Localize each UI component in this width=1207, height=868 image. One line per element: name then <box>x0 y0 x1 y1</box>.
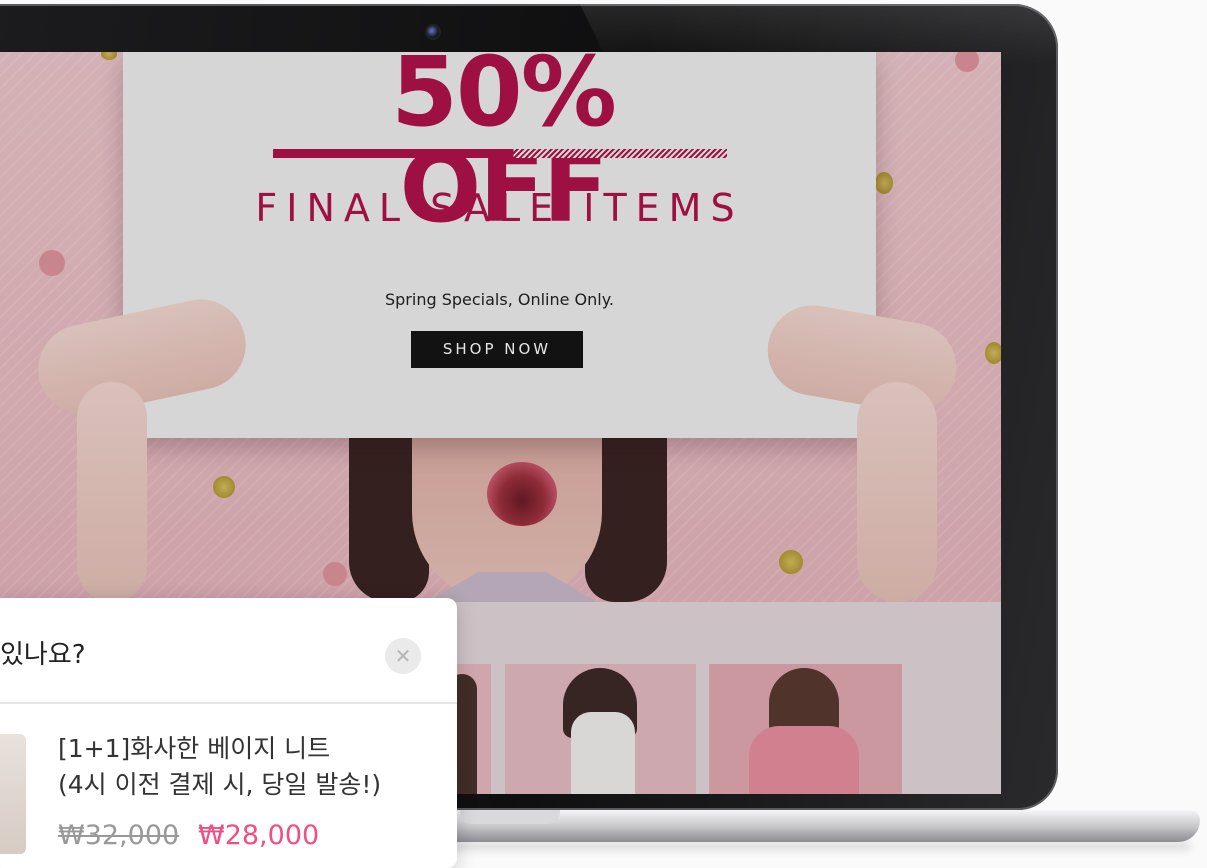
product-name[interactable]: [1+1]화사한 베이지 니트 <box>58 732 330 766</box>
decor-dot <box>875 172 893 194</box>
product-shipping-note: (4시 이전 결제 시, 당일 발송!) <box>58 770 382 799</box>
decor-dot <box>323 562 347 586</box>
close-icon[interactable]: ✕ <box>385 638 421 674</box>
hero-banner: 50% OFF FINAL SALE ITEMS Spring Specials… <box>0 52 1001 602</box>
decor-dot <box>779 550 803 574</box>
sale-tagline: Spring Specials, Online Only. <box>384 290 615 309</box>
original-price: ₩32,000 <box>58 820 180 851</box>
sale-card: 50% OFF FINAL SALE ITEMS Spring Specials… <box>123 52 876 438</box>
decor-dot <box>955 52 979 72</box>
decor-dot <box>39 250 65 276</box>
laptop-shadow <box>430 842 1190 850</box>
headline-underline <box>273 149 727 158</box>
product-thumbnail[interactable] <box>0 734 26 854</box>
popup-divider <box>0 702 457 704</box>
shop-now-button[interactable]: SHOP NOW <box>411 331 583 368</box>
decor-dot <box>101 52 117 60</box>
decor-dot <box>213 476 235 498</box>
decor-dot <box>985 342 1001 364</box>
product-photo[interactable] <box>709 664 902 794</box>
sale-subheadline: FINAL SALE ITEMS <box>255 186 744 230</box>
popup-title: 있나요? <box>0 640 86 670</box>
product-popup: 있나요? ✕ [1+1]화사한 베이지 니트 (4시 이전 결제 시, 당일 발… <box>0 598 457 868</box>
product-photo[interactable] <box>505 664 696 794</box>
webcam-icon <box>427 26 439 38</box>
model-arm-right <box>857 382 937 602</box>
sale-price: ₩28,000 <box>198 820 320 851</box>
laptop-notch <box>460 810 560 824</box>
model-arm-left <box>77 382 147 602</box>
model-mouth <box>487 462 557 526</box>
